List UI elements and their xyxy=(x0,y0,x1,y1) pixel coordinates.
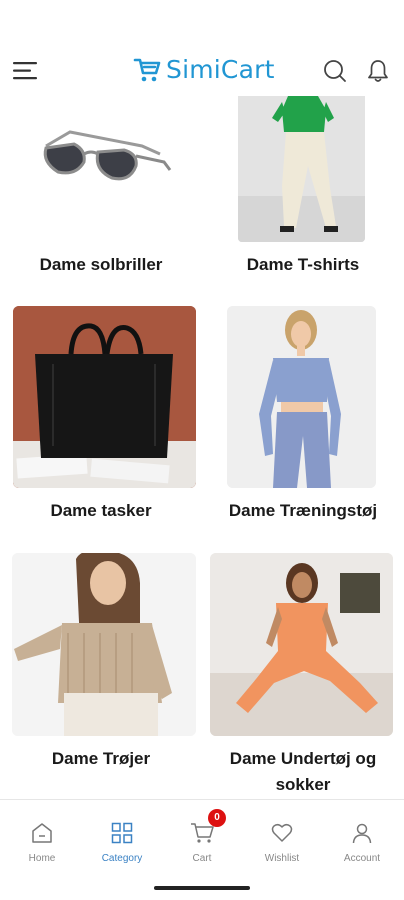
category-card-sweaters[interactable]: Dame Trøjer xyxy=(0,553,202,799)
nav-label: Wishlist xyxy=(264,853,300,864)
logo-text: SimiCart xyxy=(166,55,275,84)
category-card-underwear[interactable]: Dame Undertøj og sokker xyxy=(202,553,404,799)
category-label: Dame T-shirts xyxy=(246,255,360,274)
category-card-training[interactable]: Dame Træningstøj xyxy=(202,306,404,536)
account-icon xyxy=(352,823,372,844)
heart-icon xyxy=(271,823,293,842)
category-card-tshirts[interactable]: Dame T-shirts xyxy=(202,96,404,286)
nav-label: Category xyxy=(101,853,143,864)
category-card-sunglasses[interactable]: Dame solbriller xyxy=(0,96,202,286)
cart-logo-icon xyxy=(133,58,161,81)
nav-account[interactable]: Account xyxy=(322,822,402,864)
category-label: Dame tasker xyxy=(50,501,152,520)
category-label: Dame solbriller xyxy=(39,255,163,274)
tshirt-image xyxy=(238,96,365,242)
bottom-navigation: Home Category 0 Cart Wishlist Account xyxy=(0,799,404,900)
training-image xyxy=(227,306,376,488)
category-grid: Dame solbriller Dame T-shirts Dame taske… xyxy=(0,96,404,799)
bag-image xyxy=(13,306,196,488)
nav-label: Cart xyxy=(192,853,212,864)
nav-cart[interactable]: 0 Cart xyxy=(162,809,242,864)
home-indicator xyxy=(154,886,250,890)
underwear-image xyxy=(210,553,393,736)
nav-label: Account xyxy=(343,853,381,864)
simicart-logo[interactable]: SimiCart xyxy=(133,55,275,84)
nav-wishlist[interactable]: Wishlist xyxy=(242,822,322,864)
cart-icon xyxy=(191,823,214,843)
category-label: Dame Træningstøj xyxy=(228,501,378,520)
cart-count-badge: 0 xyxy=(208,809,226,827)
category-card-bags[interactable]: Dame tasker xyxy=(0,306,202,536)
nav-label: Home xyxy=(28,853,56,864)
category-label: Dame Undertøj og sokker xyxy=(229,749,377,794)
bell-icon[interactable] xyxy=(366,58,390,84)
nav-category[interactable]: Category xyxy=(82,822,162,864)
category-icon xyxy=(111,822,133,844)
menu-icon[interactable] xyxy=(12,60,38,82)
app-header: SimiCart xyxy=(0,0,404,96)
search-icon[interactable] xyxy=(323,59,347,83)
nav-home[interactable]: Home xyxy=(2,822,82,864)
sweater-image xyxy=(12,553,196,736)
sunglasses-image xyxy=(12,96,190,242)
category-label: Dame Trøjer xyxy=(51,749,151,768)
home-icon xyxy=(32,823,52,843)
